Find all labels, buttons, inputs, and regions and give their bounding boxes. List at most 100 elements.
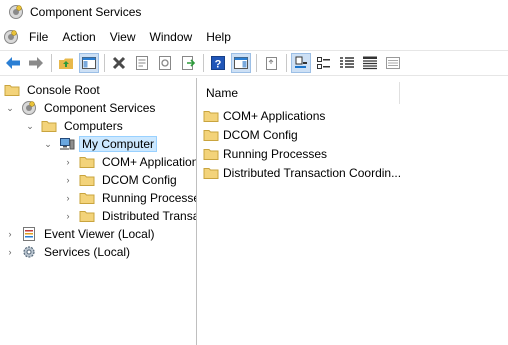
refresh-icon [159, 56, 171, 70]
configure-icon [386, 57, 400, 69]
tree-item-label: Console Root [27, 83, 100, 97]
new-window-icon [266, 57, 277, 70]
list-item-running-processes[interactable]: Running Processes [203, 144, 327, 163]
tree-item-computers[interactable]: ⌄ Computers [24, 117, 126, 135]
chevron-right-icon[interactable]: › [62, 156, 74, 168]
show-hide-action-pane-button[interactable] [231, 53, 251, 73]
properties-icon [136, 56, 148, 70]
tree-item-running-processes[interactable]: › Running Processes [62, 189, 197, 207]
list-item-dcom-config[interactable]: DCOM Config [203, 125, 298, 144]
chevron-right-icon[interactable]: › [62, 192, 74, 204]
tree-item-label: My Computer [79, 136, 158, 152]
properties-button[interactable] [132, 53, 152, 73]
list-item-label: COM+ Applications [223, 108, 326, 123]
folder-icon [203, 148, 219, 160]
toolbar-separator [256, 54, 257, 72]
tree-item-distributed-transaction-coordinator[interactable]: › Distributed Transaction Coordinator [62, 207, 197, 225]
menu-file[interactable]: File [25, 27, 55, 47]
up-one-level-button[interactable] [56, 53, 76, 73]
menu-bar: File Action View Window Help [0, 26, 508, 48]
system-menu-icon[interactable] [3, 29, 19, 45]
chevron-right-icon[interactable]: › [62, 210, 74, 222]
list-view-button[interactable] [337, 53, 357, 73]
folder-up-icon [59, 58, 73, 69]
export-list-button[interactable] [178, 53, 198, 73]
folder-icon [203, 110, 219, 122]
help-icon: ? [211, 56, 225, 71]
tree-item-dcom-config[interactable]: › DCOM Config [62, 171, 180, 189]
chevron-down-icon[interactable]: ⌄ [4, 102, 16, 114]
chevron-right-icon[interactable]: › [62, 174, 74, 186]
folder-icon [203, 129, 219, 141]
chevron-down-icon[interactable]: ⌄ [42, 138, 54, 150]
help-button[interactable]: ? [208, 53, 228, 73]
show-hide-action-icon [234, 57, 248, 69]
tree-item-console-root[interactable]: Console Root [4, 81, 103, 99]
results-pane: Name COM+ Applications DCOM Config Runni… [199, 78, 508, 345]
toolbar: ? [0, 50, 508, 76]
small-icons-button[interactable] [314, 53, 334, 73]
tree-item-event-viewer[interactable]: › Event Viewer (Local) [4, 225, 158, 243]
show-hide-tree-icon [82, 57, 96, 69]
tree-item-label: Services (Local) [44, 245, 131, 259]
menu-help[interactable]: Help [199, 27, 238, 47]
large-icons-button[interactable] [291, 53, 311, 73]
list-item-label: Running Processes [223, 146, 328, 161]
folder-icon [79, 193, 95, 204]
chevron-down-icon[interactable]: ⌄ [24, 120, 36, 132]
detail-view-button[interactable] [360, 53, 380, 73]
tree-item-services[interactable]: › Services (Local) [4, 243, 133, 261]
tree-item-com-applications[interactable]: › COM+ Applications [62, 153, 197, 171]
toolbar-separator [104, 54, 105, 72]
menu-view[interactable]: View [103, 27, 143, 47]
forward-arrow-icon [29, 57, 43, 69]
folder-icon [79, 157, 95, 168]
folder-icon [79, 175, 95, 186]
forward-button[interactable] [26, 53, 46, 73]
toolbar-separator [51, 54, 52, 72]
back-button[interactable] [3, 53, 23, 73]
refresh-button[interactable] [155, 53, 175, 73]
list-view-icon [340, 57, 354, 68]
menu-action[interactable]: Action [55, 27, 102, 47]
tree-item-label: Running Processes [102, 191, 197, 205]
chevron-right-icon[interactable]: › [4, 228, 16, 240]
toolbar-separator [203, 54, 204, 72]
delete-button[interactable] [109, 53, 129, 73]
detail-view-icon [363, 56, 377, 70]
tree-item-label: Component Services [44, 101, 156, 115]
component-services-icon [9, 5, 23, 19]
services-gear-icon [23, 246, 35, 258]
tree-item-my-computer[interactable]: ⌄ My Computer [42, 135, 158, 153]
list-item-label: Distributed Transaction Coordin... [223, 165, 402, 180]
list-item-label: DCOM Config [223, 127, 298, 142]
folder-icon [79, 211, 95, 222]
export-list-icon [182, 56, 196, 70]
svg-text:?: ? [215, 59, 222, 71]
computer-icon [60, 138, 75, 150]
show-hide-console-tree-button[interactable] [79, 53, 99, 73]
tree-item-label: COM+ Applications [102, 155, 197, 169]
component-services-icon [22, 101, 36, 115]
large-icons-view-icon [295, 56, 307, 68]
tree-item-component-services[interactable]: ⌄ Component Services [4, 99, 158, 117]
console-tree: Console Root ⌄ Component Services ⌄ Comp… [0, 78, 197, 345]
toolbar-separator [286, 54, 287, 72]
event-viewer-icon [23, 227, 35, 241]
folder-icon [203, 167, 219, 179]
folder-icon [41, 121, 57, 132]
tree-item-label: DCOM Config [102, 173, 177, 187]
new-window-button[interactable] [261, 53, 281, 73]
title-bar: Component Services [0, 0, 508, 24]
menu-window[interactable]: Window [143, 27, 200, 47]
delete-icon [112, 56, 126, 70]
list-item-distributed-transaction-coordinator[interactable]: Distributed Transaction Coordin... [203, 163, 401, 182]
chevron-right-icon[interactable]: › [4, 246, 16, 258]
list-item-com-applications[interactable]: COM+ Applications [203, 106, 325, 125]
column-header-row: Name [199, 82, 508, 104]
configure-button[interactable] [383, 53, 403, 73]
column-header-name[interactable]: Name [199, 82, 400, 104]
back-arrow-icon [6, 57, 20, 69]
small-icons-view-icon [317, 57, 330, 69]
window-title: Component Services [30, 5, 142, 19]
